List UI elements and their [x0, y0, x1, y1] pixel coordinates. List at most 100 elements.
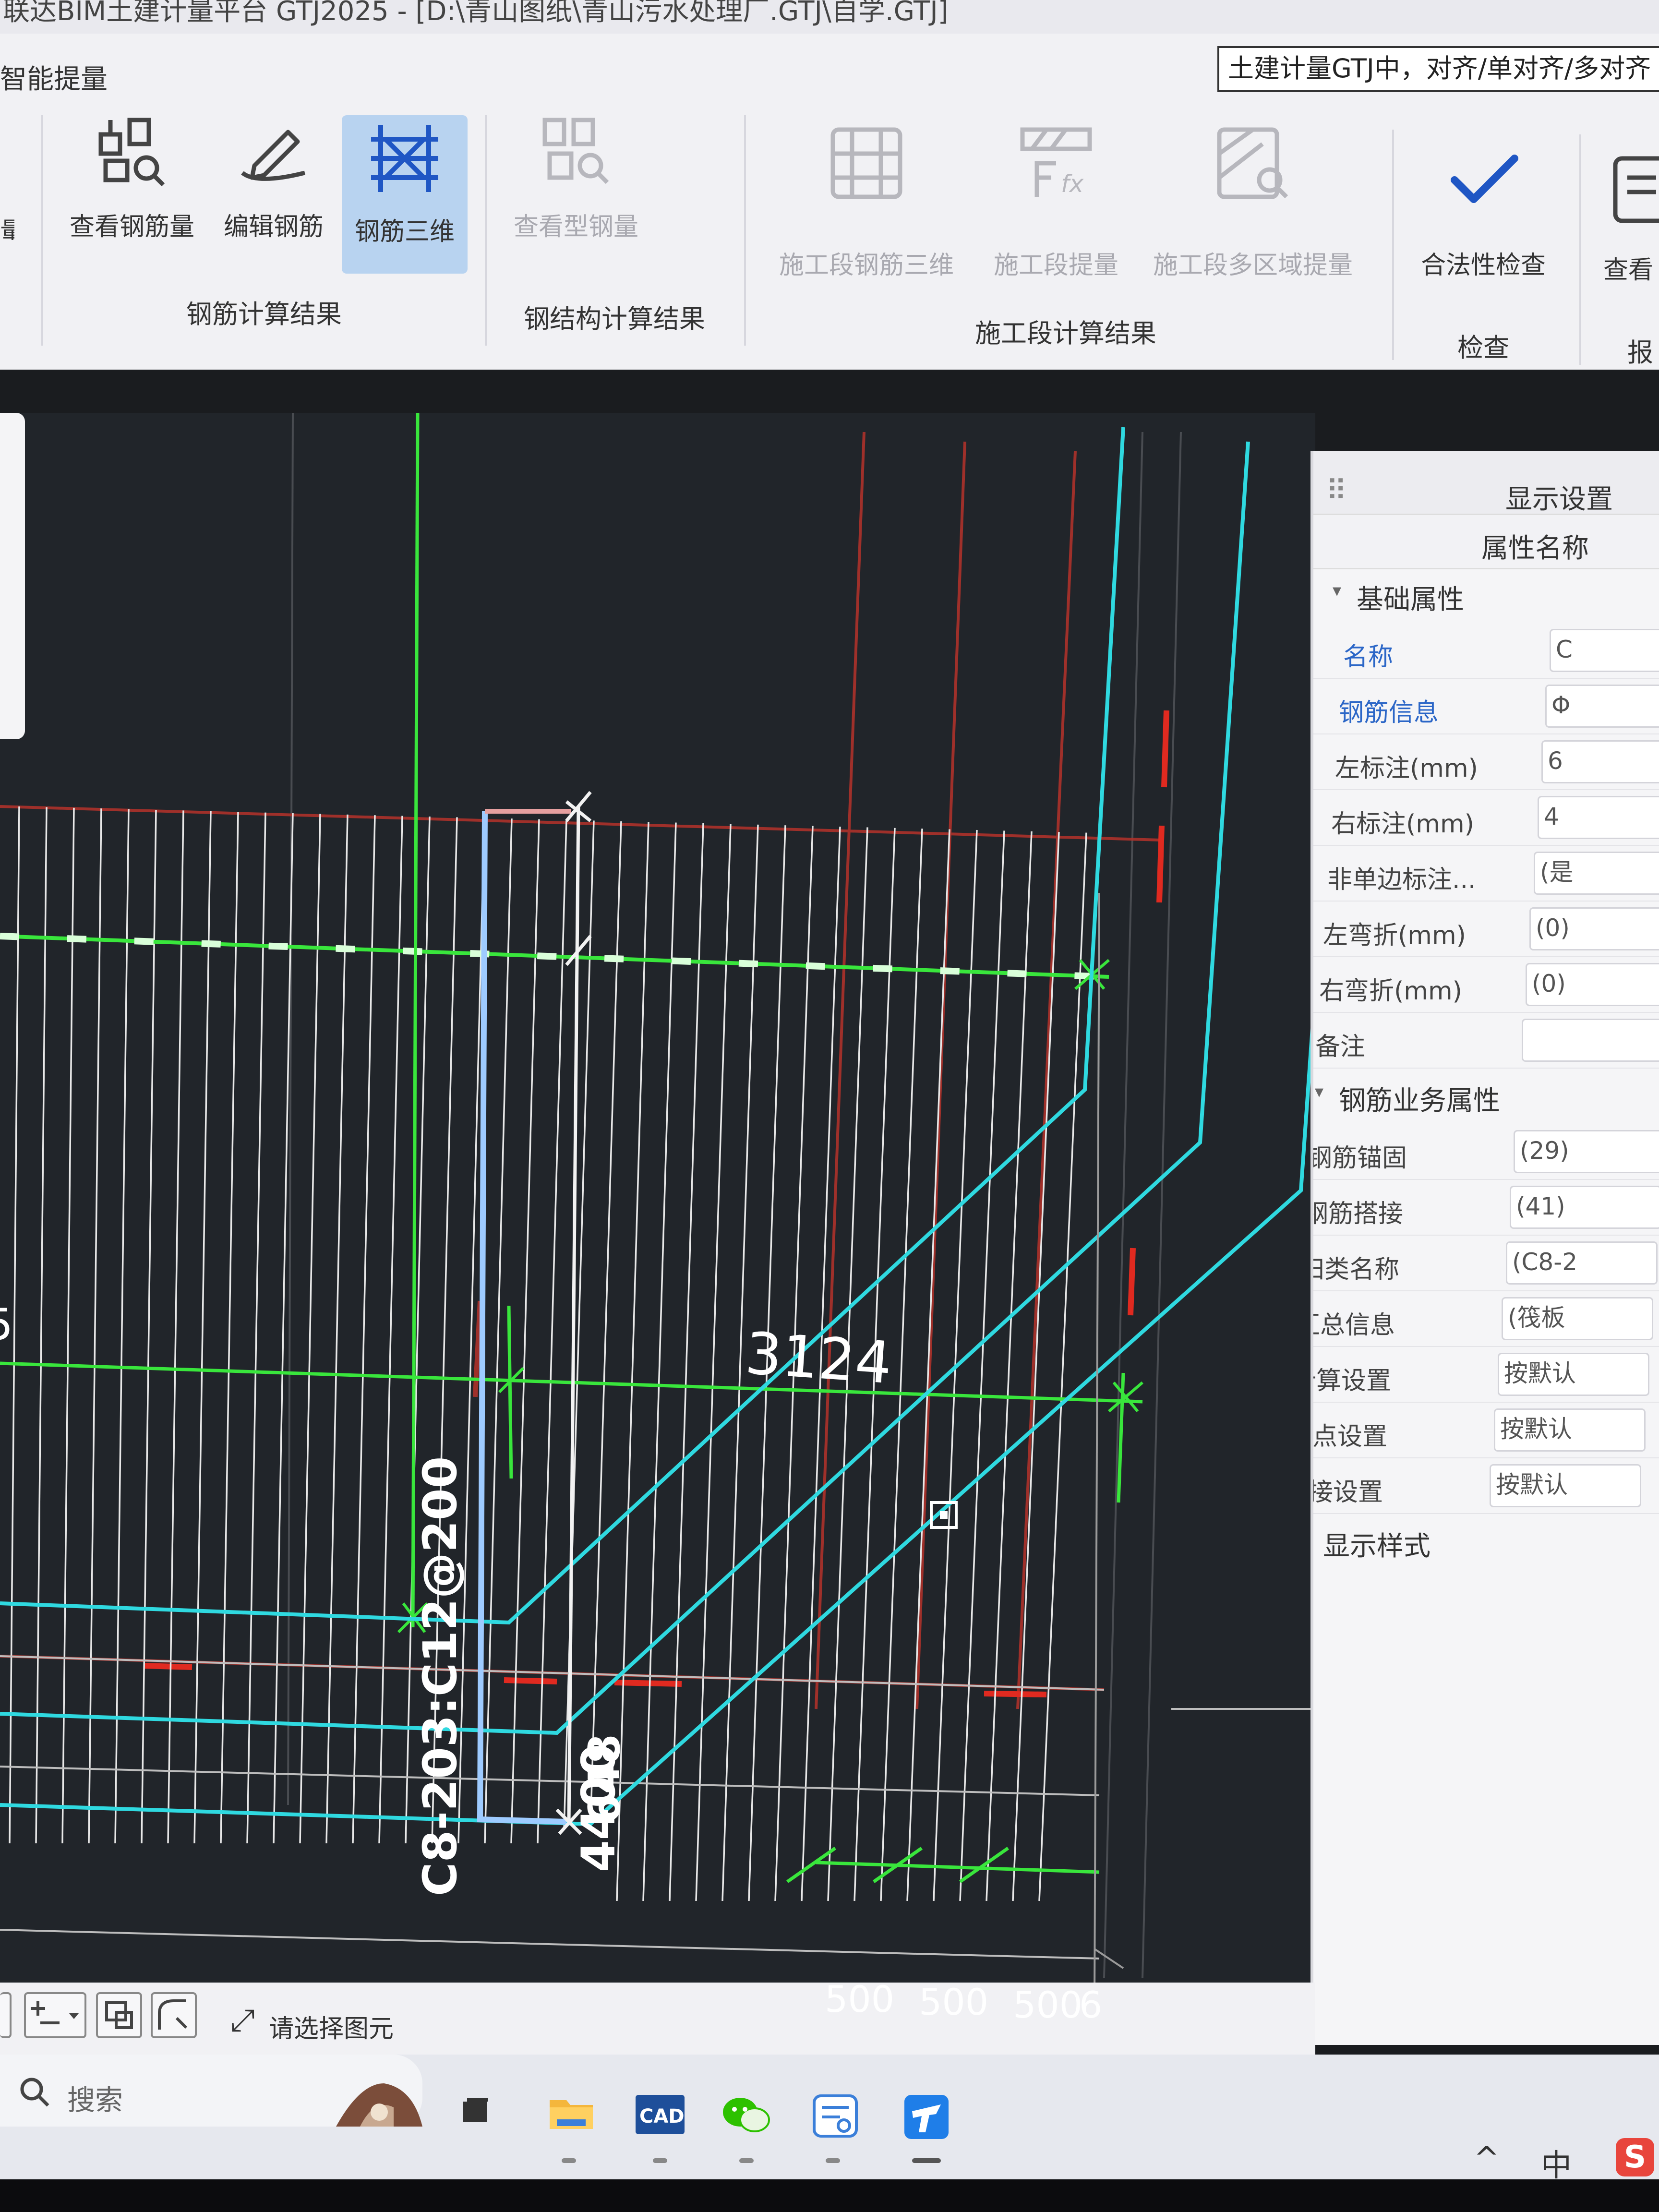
property-value-field[interactable]: (C8-2 — [1506, 1241, 1658, 1285]
taskbar-indicator — [826, 2158, 840, 2163]
property-value-field[interactable] — [1522, 1019, 1659, 1062]
property-value-field[interactable]: 按默认 — [1490, 1464, 1641, 1507]
chevron-down-icon[interactable]: ▾ — [1315, 1082, 1323, 1102]
property-name: 归类名称 — [1313, 1255, 1400, 1284]
property-row[interactable]: 钢筋锚固 (29) — [1313, 1123, 1659, 1180]
view-rebar-quantity-button[interactable]: 查看钢筋量 — [62, 110, 202, 264]
property-value-field[interactable]: (是 — [1534, 852, 1659, 895]
property-section-title: 显示样式 — [1323, 1531, 1431, 1562]
search-placeholder: 搜索 — [67, 2084, 123, 2116]
property-name: 钢筋搭接 — [1310, 1200, 1404, 1228]
property-value-field[interactable]: Φ — [1545, 685, 1659, 728]
property-row[interactable]: 非单边标注... (是 — [1313, 845, 1659, 902]
dimension-label-4400: 4400 — [572, 1744, 625, 1872]
validity-check-label: 合法性检查 — [1420, 251, 1546, 280]
property-row[interactable]: 右标注(mm) 4 — [1313, 789, 1659, 846]
taskbar-indicator — [653, 2158, 667, 2163]
property-value-field[interactable]: (41) — [1510, 1186, 1659, 1229]
status-tool-view[interactable] — [96, 1992, 142, 2038]
edit-rebar-label: 编辑钢筋 — [223, 213, 324, 241]
snap-marker-dot — [940, 1511, 948, 1519]
status-tool-cutoff[interactable] — [0, 1992, 12, 2038]
panel-title[interactable]: 显示设置 — [1505, 478, 1613, 517]
validity-check-button[interactable]: 合法性检查 — [1402, 149, 1565, 302]
status-tool-dropdown[interactable] — [24, 1992, 86, 2038]
property-value-field[interactable]: (29) — [1514, 1130, 1659, 1173]
drag-grip-icon[interactable]: ⠿ — [1326, 474, 1347, 508]
stage-quantity-button[interactable]: fx 施工段提量 — [979, 125, 1133, 288]
file-explorer-icon[interactable] — [547, 2093, 595, 2133]
property-value-field[interactable]: 4 — [1538, 796, 1659, 839]
stage-quantity-label: 施工段提量 — [993, 251, 1118, 280]
formula-icon: fx — [1018, 125, 1094, 204]
ribbon-tab-label[interactable]: 智能提量 — [0, 58, 108, 96]
property-section[interactable]: ▸显示样式 — [1313, 1513, 1659, 1566]
stage-multi-area-button[interactable]: 施工段多区域提量 — [1138, 125, 1368, 288]
view-steel-quantity-button[interactable]: 查看型钢量 — [499, 115, 653, 269]
property-row[interactable]: 左弯折(mm) (0) — [1313, 901, 1659, 957]
gtj-app-icon[interactable] — [902, 2093, 950, 2143]
property-row[interactable]: 钢筋信息 Φ — [1313, 678, 1659, 734]
status-bar — [0, 1983, 1315, 2055]
property-value-field[interactable]: (筏板 — [1502, 1297, 1653, 1340]
property-row[interactable]: 搭接设置 按默认 — [1313, 1457, 1659, 1514]
pen-icon — [238, 120, 310, 184]
cad-app-icon[interactable]: CAD — [634, 2093, 686, 2138]
rebar-3d-label: 钢筋三维 — [354, 217, 455, 246]
property-value-field[interactable]: 按默认 — [1494, 1408, 1646, 1452]
left-panel-edge[interactable] — [0, 413, 25, 739]
left-edge-label: 5 — [0, 1299, 13, 1350]
column-header-label: 属性名称 — [1481, 533, 1589, 564]
property-section[interactable]: ▾ 基础属性 — [1313, 566, 1659, 619]
property-row[interactable]: 右弯折(mm) (0) — [1313, 956, 1659, 1013]
wechat-icon[interactable] — [720, 2093, 773, 2138]
property-value-field[interactable]: C — [1550, 629, 1659, 672]
rebar-3d-button[interactable]: 钢筋三维 — [342, 115, 468, 274]
property-name: 钢筋信息 — [1339, 698, 1439, 727]
landscape-widget-icon[interactable] — [331, 2079, 427, 2133]
chevron-down-icon[interactable]: ▾ — [1333, 581, 1341, 601]
group-separator — [1392, 130, 1394, 360]
column-header: 属性名称 — [1313, 514, 1659, 569]
tray-app-icon[interactable]: S — [1616, 2138, 1654, 2176]
stage-multi-area-label: 施工段多区域提量 — [1153, 251, 1353, 280]
property-name: 右标注(mm) — [1331, 810, 1474, 839]
view-report-button[interactable]: 查看 — [1599, 154, 1659, 307]
scale-number: 6 — [1079, 1984, 1103, 2026]
view-rebar-quantity-label: 查看钢筋量 — [69, 213, 194, 241]
property-row[interactable]: 汇总信息 (筏板 — [1313, 1290, 1659, 1347]
property-value-field[interactable]: 按默认 — [1498, 1353, 1649, 1396]
property-row[interactable]: 节点设置 按默认 — [1313, 1402, 1659, 1458]
task-view-icon[interactable] — [458, 2093, 492, 2128]
property-row[interactable]: 钢筋搭接 (41) — [1313, 1179, 1659, 1236]
property-value-field[interactable]: (0) — [1526, 963, 1659, 1006]
property-row[interactable]: 名称 C — [1313, 622, 1659, 679]
property-name: 搭接设置 — [1310, 1478, 1383, 1507]
notes-app-icon[interactable] — [811, 2093, 859, 2141]
property-value-field[interactable]: (0) — [1529, 907, 1659, 950]
property-value-field[interactable]: 6 — [1541, 740, 1659, 783]
property-row[interactable]: 归类名称 (C8-2 — [1313, 1235, 1659, 1291]
stage-rebar-3d-button[interactable]: 施工段钢筋三维 — [763, 125, 970, 288]
property-name: 计算设置 — [1313, 1367, 1392, 1395]
property-row[interactable]: 计算设置 按默认 — [1313, 1346, 1659, 1403]
ime-indicator[interactable]: 中 — [1541, 2141, 1572, 2185]
group-label-rebar-results: 钢筋计算结果 — [186, 299, 342, 329]
title-bar: 联达BIM土建计量平台 GTJ2025 - [D:\青山图纸\青山污水处理厂.G… — [0, 0, 1659, 34]
view-report-label: 查看 — [1603, 256, 1654, 285]
property-row[interactable]: 左标注(mm) 6 — [1313, 733, 1659, 790]
select-arrow-icon: ⤢ — [230, 2003, 255, 2038]
edit-rebar-button[interactable]: 编辑钢筋 — [211, 110, 336, 264]
tray-caret-icon[interactable]: ^ — [1474, 2141, 1500, 2176]
property-name: 右弯折(mm) — [1319, 977, 1462, 1006]
cad-drawing[interactable]: C8-203:C12@200 648 4400 3124 5 — [0, 413, 1315, 2045]
taskbar-indicator — [562, 2158, 576, 2163]
property-row[interactable]: 备注 — [1313, 1012, 1659, 1069]
cutoff-label: 量 — [0, 217, 14, 240]
group-separator — [485, 115, 487, 346]
checkmark-icon — [1447, 149, 1519, 213]
drawing-canvas[interactable]: C8-203:C12@200 648 4400 3124 5 — [0, 413, 1315, 2045]
panel-header: ⠿ 显示设置 — [1313, 451, 1659, 517]
property-section[interactable]: ▾ 钢筋业务属性 — [1313, 1068, 1659, 1120]
status-tool-curve[interactable] — [151, 1992, 197, 2038]
